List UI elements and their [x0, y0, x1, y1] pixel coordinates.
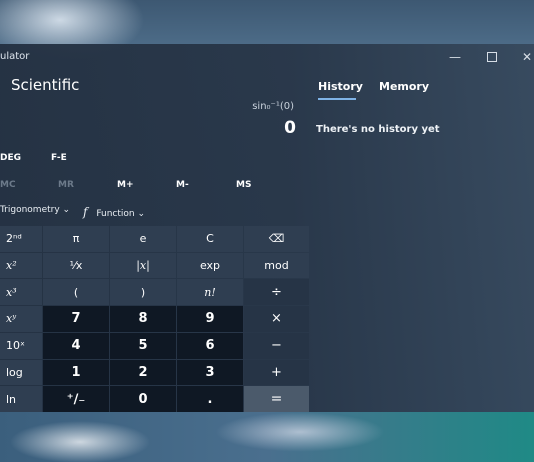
memory-clear-button[interactable]: MC — [0, 180, 16, 190]
log-button[interactable]: log — [0, 359, 42, 386]
open-paren-button[interactable]: ( — [43, 279, 109, 306]
chevron-down-icon: ⌄ — [62, 205, 71, 215]
chevron-down-icon: ⌄ — [137, 209, 146, 219]
digit-2-button[interactable]: 2 — [110, 359, 176, 386]
close-paren-button[interactable]: ) — [110, 279, 176, 306]
desktop-wallpaper — [0, 412, 534, 462]
digit-4-button[interactable]: 4 — [43, 332, 109, 359]
digit-0-button[interactable]: 0 — [110, 386, 176, 412]
exp-button[interactable]: exp — [177, 252, 243, 279]
function-label: Function — [96, 209, 135, 219]
second-button[interactable]: 2ⁿᵈ — [0, 226, 42, 252]
tab-memory[interactable]: Memory — [379, 80, 429, 93]
digit-5-button[interactable]: 5 — [110, 332, 176, 359]
backspace-button[interactable]: ⌫ — [244, 226, 309, 252]
square-button[interactable]: x² — [0, 252, 42, 279]
digit-9-button[interactable]: 9 — [177, 306, 243, 332]
power-button[interactable]: xʸ — [0, 306, 42, 332]
app-title: ulator — [0, 51, 30, 62]
result-display: 0 — [284, 118, 296, 138]
function-dropdown[interactable]: f Function ⌄ — [83, 205, 145, 219]
e-button[interactable]: e — [110, 226, 176, 252]
memory-subtract-button[interactable]: M- — [176, 180, 189, 190]
fe-toggle-button[interactable]: F-E — [51, 153, 67, 163]
ten-power-button[interactable]: 10ˣ — [0, 332, 42, 359]
keypad: 2ⁿᵈ π e C ⌫ x² ¹⁄x |x| exp mod x³() n! ÷ xʸ 7 8 9 × 10ˣ 4 5 6… — [0, 226, 309, 412]
minimize-button[interactable]: — — [444, 47, 466, 67]
angle-unit-button[interactable]: DEG — [0, 153, 21, 163]
subtract-button[interactable]: − — [244, 332, 309, 359]
digit-6-button[interactable]: 6 — [177, 332, 243, 359]
mode-title: Scientific — [11, 76, 80, 94]
add-button[interactable]: + — [244, 359, 309, 386]
digit-1-button[interactable]: 1 — [43, 359, 109, 386]
cube-button[interactable]: x³ — [0, 279, 42, 306]
digit-7-button[interactable]: 7 — [43, 306, 109, 332]
calculator-window: ulator — ✕ Scientific sin₀⁻¹(0) 0 DEG F-… — [0, 44, 534, 412]
multiply-button[interactable]: × — [244, 306, 309, 332]
factorial-button[interactable]: n! — [177, 279, 243, 306]
decimal-button[interactable]: . — [177, 386, 243, 412]
memory-add-button[interactable]: M+ — [117, 180, 134, 190]
history-empty-message: There's no history yet — [316, 124, 440, 135]
clear-button[interactable]: C — [177, 226, 243, 252]
tab-history[interactable]: History — [318, 80, 363, 93]
active-tab-indicator — [318, 98, 356, 100]
digit-8-button[interactable]: 8 — [110, 306, 176, 332]
mod-button[interactable]: mod — [244, 252, 309, 279]
negate-button[interactable]: ⁺∕₋ — [43, 386, 109, 412]
maximize-button[interactable] — [481, 47, 503, 67]
expression-display: sin₀⁻¹(0) — [252, 101, 294, 112]
memory-recall-button[interactable]: MR — [58, 180, 74, 190]
minimize-icon: — — [449, 50, 461, 64]
trigonometry-dropdown[interactable]: Trigonometry ⌄ — [0, 205, 70, 215]
memory-store-button[interactable]: MS — [236, 180, 251, 190]
function-icon: f — [83, 205, 88, 219]
close-icon: ✕ — [521, 50, 533, 64]
maximize-icon — [487, 52, 497, 62]
divide-button[interactable]: ÷ — [244, 279, 309, 306]
reciprocal-button[interactable]: ¹⁄x — [43, 252, 109, 279]
equals-button[interactable]: = — [244, 386, 309, 412]
pi-button[interactable]: π — [43, 226, 109, 252]
abs-button[interactable]: |x| — [110, 252, 176, 279]
trigonometry-label: Trigonometry — [0, 205, 60, 215]
title-bar[interactable]: ulator — ✕ — [0, 44, 534, 70]
ln-button[interactable]: ln — [0, 386, 42, 412]
digit-3-button[interactable]: 3 — [177, 359, 243, 386]
close-button[interactable]: ✕ — [516, 47, 534, 67]
